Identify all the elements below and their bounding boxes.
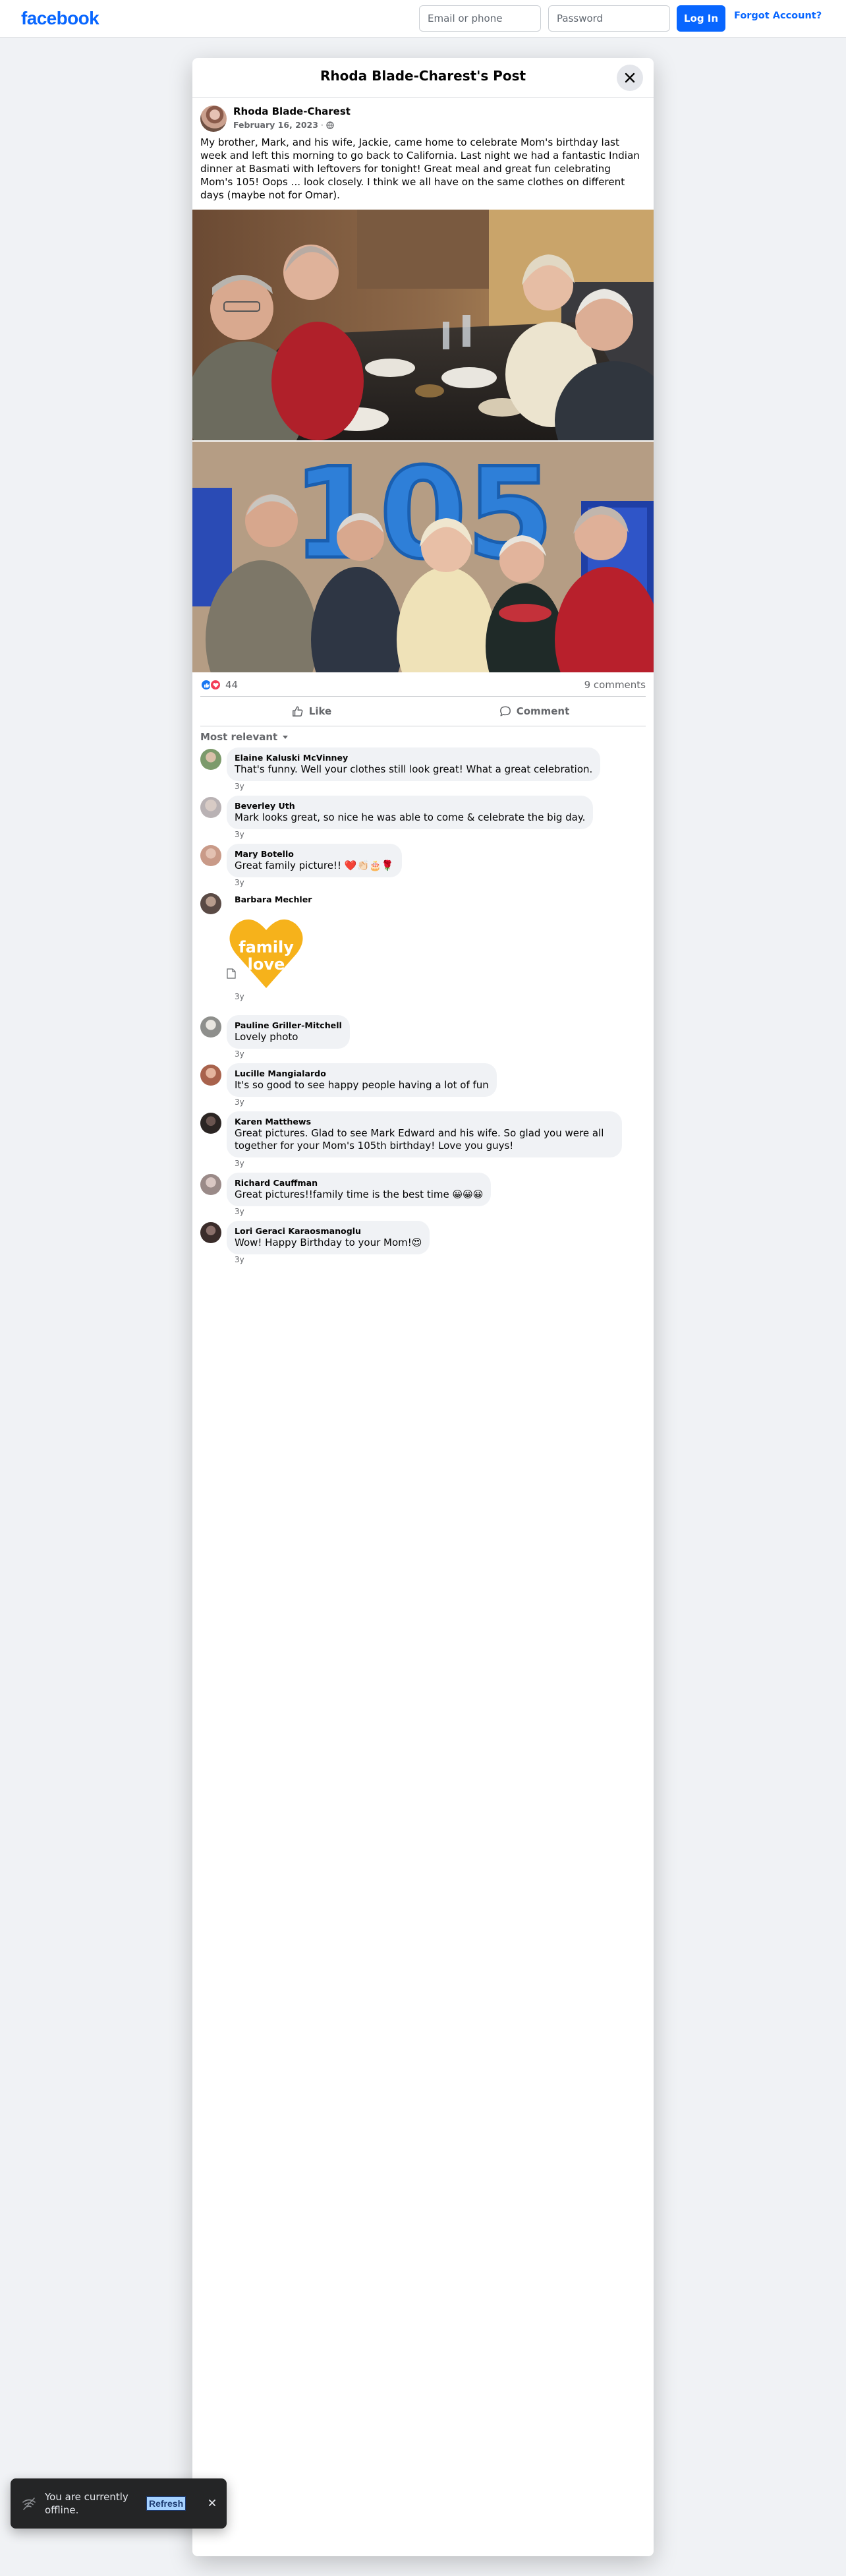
reaction-stats: 44 9 comments: [200, 675, 646, 697]
toast-close-button[interactable]: [206, 2496, 219, 2509]
email-field[interactable]: [419, 5, 541, 32]
comment-text: Great family picture!! ❤️👏🏻🎂🌹: [235, 860, 394, 871]
dinner-photo-image: [192, 210, 654, 440]
post-dialog: Rhoda Blade-Charest's Post Rhoda Blade-C…: [192, 58, 654, 2556]
commenter-name[interactable]: Pauline Griller-Mitchell: [235, 1020, 342, 1031]
comment-text: That's funny. Well your clothes still lo…: [235, 763, 593, 775]
sticker-text-line1: family: [239, 938, 294, 956]
comment-label: Comment: [516, 705, 570, 717]
comment-time[interactable]: 3y: [235, 1207, 244, 1216]
comment-bubble: Mary Botello Great family picture!! ❤️👏🏻…: [227, 844, 402, 877]
commenter-name[interactable]: Elaine Kaluski McVinney: [235, 753, 592, 763]
commenter-avatar[interactable]: [200, 1113, 221, 1134]
meta-separator: ·: [320, 120, 324, 130]
like-label: Like: [308, 705, 332, 717]
comment-icon: [499, 706, 511, 717]
author-avatar[interactable]: [200, 105, 227, 132]
comment-bubble: Lucille Mangialardo It's so good to see …: [227, 1063, 497, 1097]
post-photo-group[interactable]: 105: [192, 442, 654, 672]
comment-bubble: Beverley Uth Mark looks great, so nice h…: [227, 796, 594, 829]
comment-text: Wow! Happy Birthday to your Mom!😍: [235, 1237, 422, 1248]
love-reaction-icon: [210, 679, 221, 691]
comment-text: Mark looks great, so nice he was able to…: [235, 811, 586, 823]
comment-time[interactable]: 3y: [235, 782, 244, 791]
comment-text: Great pictures!!family time is the best …: [235, 1188, 484, 1200]
wifi-off-icon: [22, 2498, 36, 2510]
commenter-avatar[interactable]: [200, 749, 221, 770]
comment-time[interactable]: 3y: [235, 1255, 244, 1264]
comment-bubble: Elaine Kaluski McVinney That's funny. We…: [227, 747, 601, 781]
post-actions: Like Comment: [200, 696, 646, 726]
commenter-avatar[interactable]: [200, 1174, 221, 1195]
comment-button[interactable]: Comment: [423, 697, 646, 726]
refresh-button[interactable]: Refresh: [146, 2496, 186, 2511]
globe-icon: [326, 121, 334, 129]
commenter-avatar[interactable]: [200, 893, 221, 914]
forgot-account-link[interactable]: Forgot Account?: [734, 11, 822, 21]
close-button[interactable]: [617, 65, 643, 91]
close-icon: [625, 73, 635, 83]
thumbs-up-icon: [292, 706, 303, 717]
family-love-sticker[interactable]: family love: [227, 914, 306, 992]
commenter-name[interactable]: Lucille Mangialardo: [235, 1068, 489, 1079]
commenter-avatar[interactable]: [200, 1016, 221, 1038]
commenter-avatar[interactable]: [200, 1222, 221, 1243]
commenter-name[interactable]: Barbara Mechler: [235, 894, 312, 904]
comment-text: Great pictures. Glad to see Mark Edward …: [235, 1127, 604, 1152]
reactions-summary[interactable]: 44: [200, 679, 238, 691]
commenter-name[interactable]: Lori Geraci Karaosmanoglu: [235, 1226, 422, 1237]
top-bar: facebook Log In Forgot Account?: [0, 0, 846, 38]
comment-time[interactable]: 3y: [235, 878, 244, 887]
post-date[interactable]: February 16, 2023: [233, 120, 318, 130]
comment-sort-dropdown[interactable]: Most relevant: [200, 725, 289, 749]
author-name[interactable]: Rhoda Blade-Charest: [233, 105, 351, 117]
heart-sticker-image: family love: [229, 919, 303, 988]
commenter-name[interactable]: Mary Botello: [235, 849, 394, 860]
reaction-count: 44: [225, 679, 239, 691]
commenter-avatar[interactable]: [200, 845, 221, 866]
comments-count[interactable]: 9 comments: [584, 679, 646, 691]
commenter-avatar[interactable]: [200, 1065, 221, 1086]
commenter-name[interactable]: Karen Matthews: [235, 1117, 614, 1127]
commenter-name[interactable]: Beverley Uth: [235, 801, 585, 811]
login-button[interactable]: Log In: [677, 5, 725, 32]
close-icon: [209, 2500, 215, 2506]
caret-down-icon: [283, 736, 289, 739]
comment-time[interactable]: 3y: [235, 830, 244, 839]
comment-bubble: Richard Cauffman Great pictures!!family …: [227, 1173, 492, 1206]
commenter-avatar[interactable]: [200, 797, 221, 818]
file-icon: [227, 968, 236, 979]
sticker-text-line2: love: [248, 955, 285, 974]
facebook-logo[interactable]: facebook: [21, 8, 99, 29]
comment-time[interactable]: 3y: [235, 1098, 244, 1107]
comment-time[interactable]: 3y: [235, 1159, 244, 1168]
post-meta: February 16, 2023 ·: [233, 120, 334, 130]
comment-bubble: Lori Geraci Karaosmanoglu Wow! Happy Bir…: [227, 1221, 430, 1254]
password-field[interactable]: [548, 5, 670, 32]
post-photo-dinner[interactable]: [192, 210, 654, 440]
comment-text: It's so good to see happy people having …: [235, 1079, 489, 1091]
offline-toast: You are currently offline. Refresh: [11, 2478, 227, 2529]
sort-label: Most relevant: [200, 731, 278, 743]
dialog-header: Rhoda Blade-Charest's Post: [192, 58, 654, 98]
commenter-name[interactable]: Richard Cauffman: [235, 1178, 483, 1188]
comment-time[interactable]: 3y: [235, 1049, 244, 1059]
comment-bubble: Karen Matthews Great pictures. Glad to s…: [227, 1111, 622, 1157]
comment-bubble: Pauline Griller-Mitchell Lovely photo: [227, 1015, 350, 1049]
dialog-title: Rhoda Blade-Charest's Post: [320, 68, 526, 84]
post-text: My brother, Mark, and his wife, Jackie, …: [200, 136, 640, 201]
comment-text: Lovely photo: [235, 1031, 298, 1043]
like-button[interactable]: Like: [200, 697, 423, 726]
group-photo-image: 105: [192, 442, 654, 672]
comment-time[interactable]: 3y: [235, 992, 244, 1001]
offline-message: You are currently offline.: [45, 2491, 128, 2516]
